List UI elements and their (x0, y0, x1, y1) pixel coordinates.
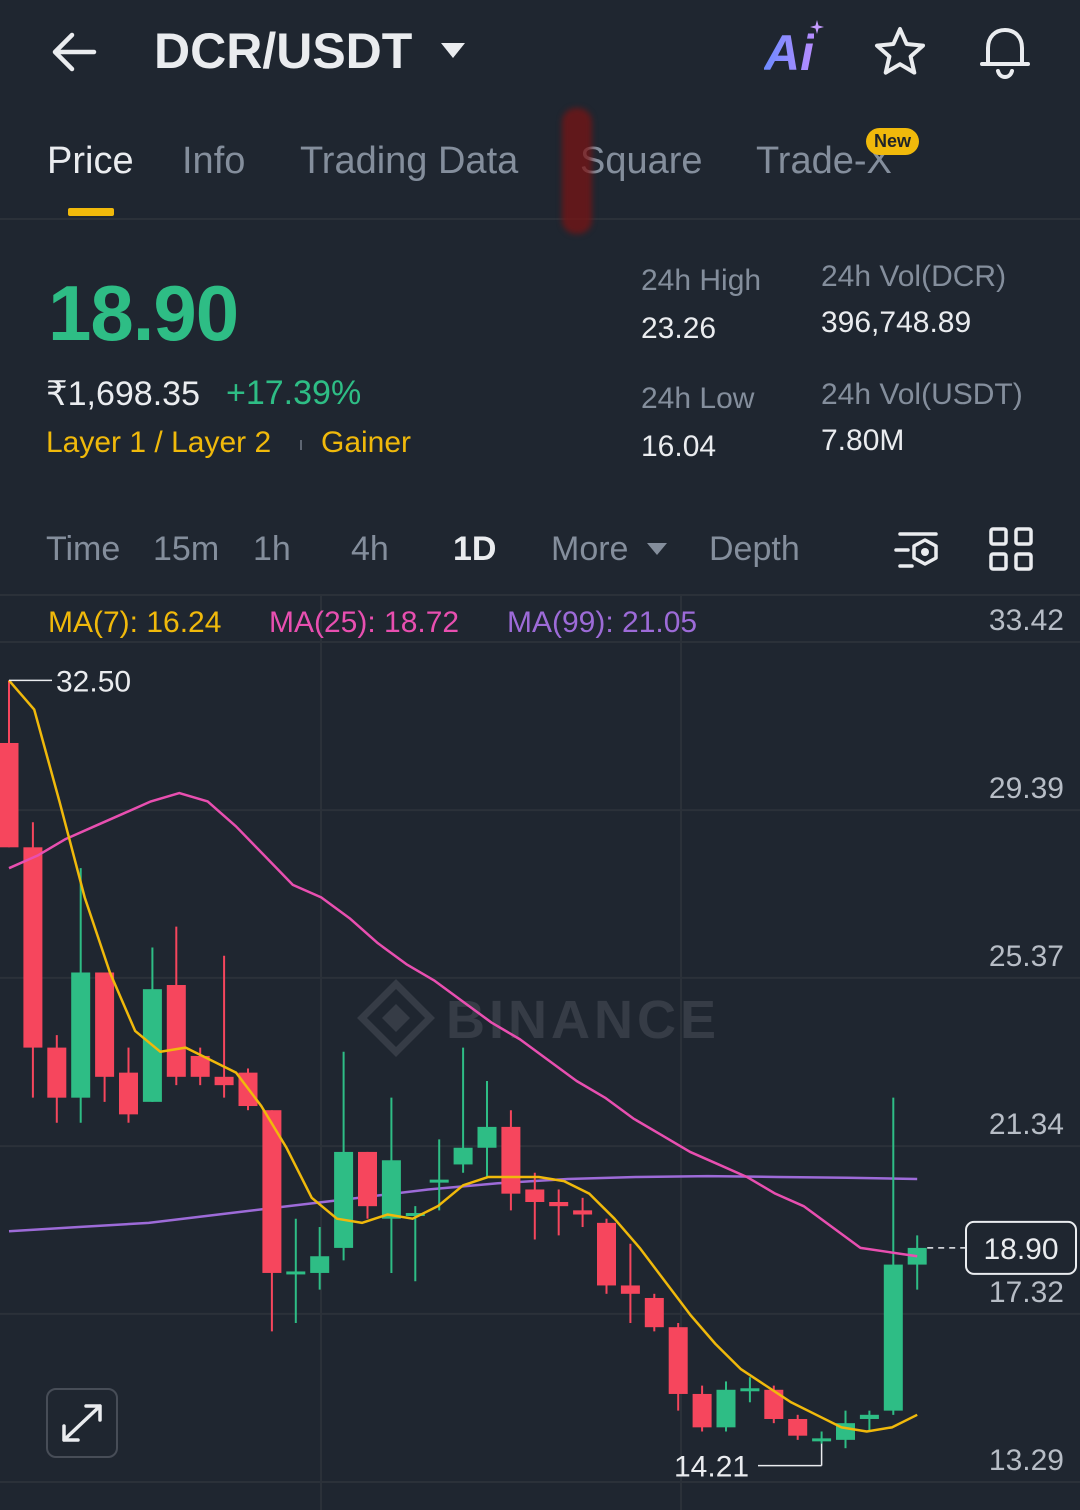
fullscreen-button[interactable] (46, 1388, 118, 1458)
candle-body (812, 1438, 832, 1442)
interval-15m[interactable]: 15m (153, 530, 219, 569)
high-value: 23.26 (641, 312, 717, 345)
price-tick-label: 13.29 (989, 1444, 1064, 1477)
candle-body (549, 1202, 569, 1207)
candle-body (525, 1189, 545, 1202)
candle-body (429, 1179, 449, 1183)
interval-1h[interactable]: 1h (253, 530, 291, 569)
candle-body (692, 1393, 712, 1428)
candle-body (573, 1210, 593, 1215)
tag-separator (300, 440, 302, 450)
candle-body (286, 1271, 306, 1275)
vol-base-value: 396,748.89 (821, 306, 972, 339)
candle-body (859, 1414, 879, 1419)
candle-body (501, 1126, 521, 1194)
price-tick-label: 33.42 (989, 604, 1064, 637)
price-axis: 33.42 29.39 25.37 21.34 17.32 13.29 (989, 604, 1064, 1477)
candle-body (119, 1072, 138, 1115)
candles (0, 680, 927, 1449)
candle-body (334, 1151, 354, 1248)
active-tab-indicator (68, 208, 114, 216)
vol-quote-label: 24h Vol(USDT) (821, 378, 1023, 411)
chart-settings-icon[interactable] (894, 528, 942, 572)
max-price-marker: 32.50 (56, 665, 131, 698)
candle-body (166, 985, 186, 1077)
new-badge: New (866, 128, 920, 155)
candle-body (453, 1147, 473, 1165)
vol-quote-value: 7.80M (821, 424, 905, 457)
high-label: 24h High (641, 264, 762, 297)
tag-gainer[interactable]: Gainer (321, 426, 411, 460)
candle-body (0, 742, 19, 848)
fiat-price: ₹1,698.35 (46, 375, 200, 413)
tab-square[interactable]: Square (580, 140, 703, 183)
candle-body (668, 1327, 688, 1394)
candle-body (883, 1264, 903, 1411)
candle-body (597, 1222, 616, 1286)
min-price-marker: 14.21 (674, 1451, 749, 1484)
sparkle-icon (810, 20, 824, 34)
tab-price[interactable]: Price (47, 140, 134, 183)
interval-1d[interactable]: 1D (453, 530, 496, 569)
candle-body (381, 1160, 401, 1219)
tab-trading-data[interactable]: Trading Data (300, 140, 518, 183)
candle-body (71, 972, 91, 1098)
screen-smudge (562, 108, 592, 234)
candle-body (716, 1389, 736, 1428)
trading-pair-selector[interactable]: DCR/USDT (154, 22, 412, 80)
price-tick-label: 17.32 (989, 1276, 1064, 1309)
candle-body (47, 1047, 67, 1098)
candle-body (740, 1388, 760, 1392)
candle-body (310, 1256, 330, 1273)
price-tick-label: 21.34 (989, 1108, 1064, 1141)
candle-body (644, 1297, 664, 1328)
ai-icon[interactable]: Ai (764, 24, 814, 82)
candle-body (620, 1285, 640, 1294)
tag-layer[interactable]: Layer 1 / Layer 2 (46, 426, 271, 460)
last-price: 18.90 (48, 269, 239, 357)
star-icon[interactable] (872, 24, 928, 80)
ma25-label: MA(25): 18.72 (269, 606, 460, 639)
interval-time[interactable]: Time (46, 530, 120, 569)
vol-base-label: 24h Vol(DCR) (821, 260, 1007, 293)
chevron-down-icon[interactable] (440, 42, 466, 60)
last-price-tag: 18.90 (983, 1233, 1058, 1266)
interval-4h[interactable]: 4h (351, 530, 389, 569)
depth-button[interactable]: Depth (709, 530, 800, 569)
chevron-down-icon[interactable] (646, 542, 668, 556)
ma7-label: MA(7): 16.24 (48, 606, 222, 639)
back-arrow-icon[interactable] (48, 26, 100, 78)
price-tick-label: 29.39 (989, 772, 1064, 805)
low-value: 16.04 (641, 430, 717, 463)
layout-grid-icon[interactable] (988, 526, 1034, 572)
expand-icon (62, 1404, 102, 1442)
interval-more[interactable]: More (551, 530, 628, 569)
binance-watermark: BINANCE (357, 979, 716, 1057)
candle-body (95, 972, 115, 1077)
price-tick-label: 25.37 (989, 940, 1064, 973)
candle-body (23, 847, 43, 1048)
candlestick-chart[interactable]: BINANCE 33.42 29.39 25.37 21.34 17.32 13.29 3… (0, 596, 1080, 1510)
tab-info[interactable]: Info (182, 140, 245, 183)
candle-body (477, 1126, 497, 1148)
top-bar: DCR/USDT Ai (0, 0, 1080, 105)
candle-body (214, 1076, 234, 1086)
price-change-percent: +17.39% (226, 374, 362, 412)
candle-body (358, 1151, 377, 1207)
low-label: 24h Low (641, 382, 755, 415)
candle-body (788, 1418, 808, 1436)
bell-icon[interactable] (976, 22, 1034, 80)
ma99-label: MA(99): 21.05 (507, 606, 698, 639)
